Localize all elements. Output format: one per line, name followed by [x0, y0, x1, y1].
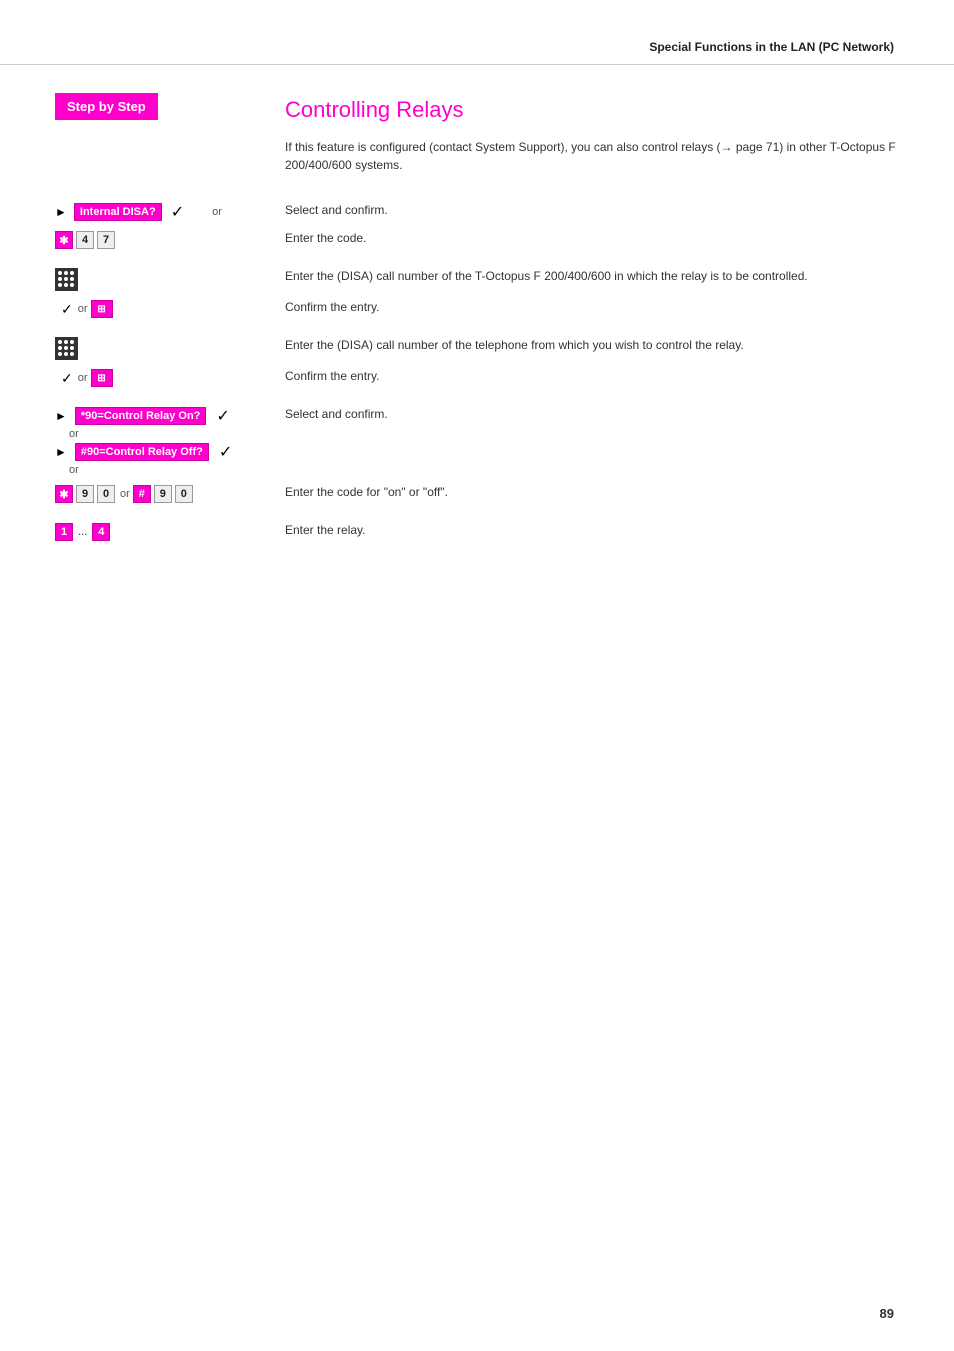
instr-enter-relay: Enter the relay.	[285, 518, 899, 546]
or-text-3: or	[78, 372, 88, 384]
instr-select-confirm2: Select and confirm.	[285, 402, 899, 480]
relay-off-label: #90=Control Relay Off?	[75, 443, 209, 461]
instr-text-8: Enter the code for "on" or "off".	[285, 483, 448, 501]
key-4: 4	[76, 231, 94, 249]
page-number: 89	[880, 1306, 894, 1321]
range-dots: ...	[76, 526, 89, 538]
or-text-4: or	[69, 428, 79, 440]
instr-text-4: Confirm the entry.	[285, 298, 379, 316]
step-row-star47: ✱ 4 7	[55, 226, 265, 254]
key-0a: 0	[97, 485, 115, 503]
step-row-keypad1	[55, 264, 265, 295]
step-by-step-label: Step by Step	[55, 93, 158, 120]
key-9b: 9	[154, 485, 172, 503]
intro-text: If this feature is configured (contact S…	[285, 138, 899, 174]
instr-confirm-entry1: Confirm the entry.	[285, 295, 899, 323]
key-star2: ✱	[55, 485, 73, 503]
step-box-cell: Step by Step	[55, 85, 265, 198]
key-9a: 9	[76, 485, 94, 503]
instr-text-2: Enter the code.	[285, 229, 366, 247]
step-row-confirm2: ✓ or ⊞	[55, 364, 265, 392]
step-row-code-keys: ✱ 9 0 or # 9 0	[55, 480, 265, 508]
key-star: ✱	[55, 231, 73, 249]
step-row-relay-range: 1 ... 4	[55, 518, 265, 546]
instr-text-6: Confirm the entry.	[285, 367, 379, 385]
spacer-2	[55, 323, 899, 333]
step-row-keypad2	[55, 333, 265, 364]
page-header: Special Functions in the LAN (PC Network…	[0, 0, 954, 65]
check-icon-1: ✓	[171, 202, 184, 222]
spacer-4	[55, 508, 899, 518]
instr-select-confirm: Select and confirm.	[285, 198, 899, 226]
instr-confirm-entry2: Confirm the entry.	[285, 364, 899, 392]
instr-enter-code: Enter the code.	[285, 226, 899, 254]
key-4: 4	[92, 523, 110, 541]
arrow-icon-2: ►	[55, 409, 67, 423]
instr-enter-code2: Enter the code for "on" or "off".	[285, 480, 899, 508]
keypad-icon-1	[55, 268, 78, 291]
step-row-internal-disa: ► Internal DISA? ✓ or	[55, 198, 265, 226]
or-text-1: or	[212, 206, 222, 218]
section-title: Controlling Relays	[285, 93, 899, 126]
instr-disa-callnum2: Enter the (DISA) call number of the tele…	[285, 333, 899, 364]
relay-on-label: *90=Control Relay On?	[75, 407, 207, 425]
check-icon-5: ✓	[219, 442, 232, 462]
main-layout: Step by Step Controlling Relays If this …	[0, 85, 954, 546]
internal-disa-label: Internal DISA?	[74, 203, 162, 221]
check-icon-2: ✓	[61, 301, 73, 318]
instr-disa-callnum1: Enter the (DISA) call number of the T-Oc…	[285, 264, 899, 295]
or-text-2: or	[78, 303, 88, 315]
instr-text-9: Enter the relay.	[285, 521, 365, 539]
confirm-btn-1: ⊞	[91, 300, 113, 318]
or-text-6: or	[120, 488, 130, 500]
instr-text-3: Enter the (DISA) call number of the T-Oc…	[285, 267, 808, 285]
step-row-relay-on: ► *90=Control Relay On? ✓ or ► #90=Contr…	[55, 402, 265, 480]
or-text-5: or	[69, 464, 79, 476]
spacer-3	[55, 392, 899, 402]
spacer-1	[55, 254, 899, 264]
instr-text-7: Select and confirm.	[285, 405, 388, 423]
arrow-icon-3: ►	[55, 445, 67, 459]
key-1: 1	[55, 523, 73, 541]
check-icon-3: ✓	[61, 370, 73, 387]
key-hash: #	[133, 485, 151, 503]
step-row-confirm1: ✓ or ⊞	[55, 295, 265, 323]
confirm-btn-2: ⊞	[91, 369, 113, 387]
keypad-icon-2	[55, 337, 78, 360]
header-title: Special Functions in the LAN (PC Network…	[649, 40, 894, 54]
key-7: 7	[97, 231, 115, 249]
section-title-cell: Controlling Relays If this feature is co…	[285, 85, 899, 198]
key-0b: 0	[175, 485, 193, 503]
arrow-icon-1: ►	[55, 205, 67, 219]
check-icon-4: ✓	[216, 406, 229, 426]
instr-text-5: Enter the (DISA) call number of the tele…	[285, 336, 744, 354]
instr-text-1: Select and confirm.	[285, 201, 388, 219]
